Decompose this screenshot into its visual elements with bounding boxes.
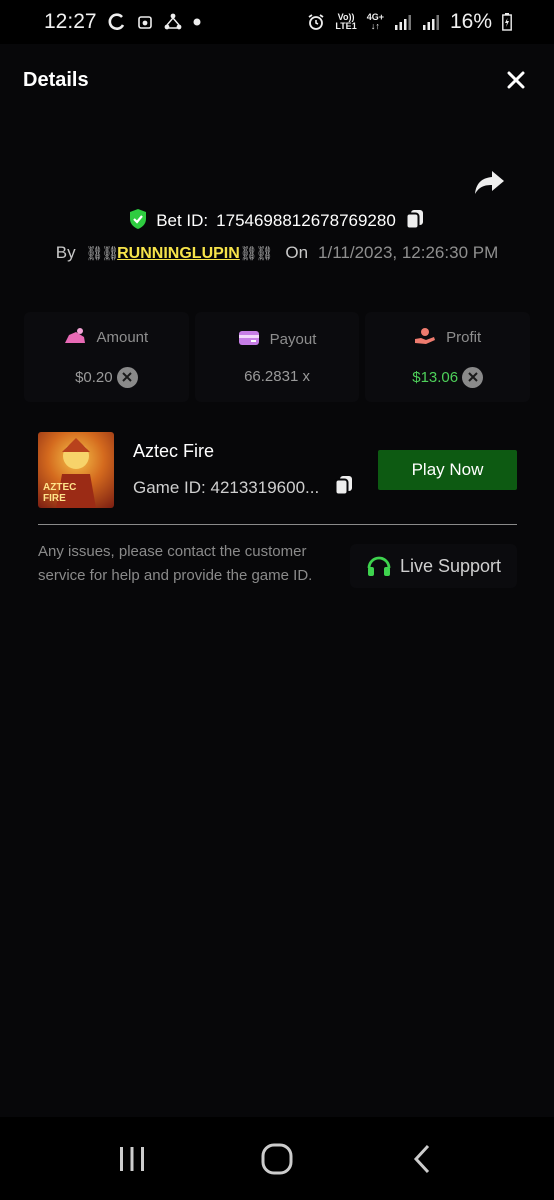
amount-icon (64, 327, 86, 349)
page-title: Details (23, 68, 89, 91)
currency-coin-icon (116, 366, 138, 388)
profit-hand-icon (414, 327, 436, 349)
stat-amount: Amount $0.20 (24, 312, 189, 402)
verified-shield-icon (128, 208, 148, 235)
divider (38, 524, 517, 525)
recent-apps-icon (120, 1146, 145, 1171)
card-icon (238, 330, 260, 350)
live-support-label: Live Support (399, 555, 502, 576)
bet-stats: Amount $0.20 Payout 66.2831 x Profit $13… (24, 312, 531, 402)
game-thumbnail[interactable]: AZTEC FIRE (38, 432, 114, 508)
by-label: By (55, 243, 76, 262)
back-button[interactable] (392, 1134, 452, 1184)
copy-icon (334, 476, 353, 496)
signal-icon-2 (422, 14, 440, 30)
profit-value: $13.06 (412, 368, 459, 386)
notification-dot-icon (193, 18, 201, 26)
stat-payout: Payout 66.2831 x (194, 312, 360, 402)
home-button[interactable] (247, 1134, 307, 1184)
share-arrow-icon (475, 171, 504, 194)
close-icon (507, 71, 525, 89)
status-bar: 12:27 Vo)) LTE1 4G+ ↓↑ 16% (0, 0, 554, 44)
bet-id-row: Bet ID: 1754698812678769280 (0, 206, 554, 236)
share-network-icon (163, 12, 183, 32)
game-name: Aztec Fire (133, 441, 215, 461)
recent-apps-button[interactable] (102, 1134, 162, 1184)
username-group[interactable]: ⛓⛓RUNNINGLUPIN⛓⛓ (85, 243, 274, 263)
network-type: 4G+ ↓↑ (366, 12, 384, 31)
payout-label: Payout (269, 331, 317, 348)
game-id-value: 4213319600... (210, 477, 320, 497)
amount-value: $0.20 (75, 368, 113, 386)
payout-value: 66.2831 x (244, 367, 310, 385)
copy-bet-id-button[interactable] (404, 208, 426, 235)
status-bar-left: 12:27 (44, 10, 201, 34)
details-header: Details (0, 44, 554, 116)
alarm-icon (307, 13, 325, 31)
thumb-title-line1: AZTEC (43, 482, 76, 493)
headset-icon (367, 556, 391, 576)
currency-coin-icon (462, 366, 484, 388)
bet-id-label: Bet ID: (156, 211, 209, 230)
copy-icon (405, 209, 423, 229)
amount-label: Amount (96, 329, 149, 346)
play-now-button[interactable]: Play Now (378, 450, 517, 490)
sync-icon (107, 12, 127, 32)
bet-id-value: 1754698812678769280 (216, 211, 396, 230)
thumb-title-line2: FIRE (43, 493, 66, 504)
live-support-button[interactable]: Live Support (350, 544, 517, 588)
support-message: Any issues, please contact the customer … (38, 543, 313, 584)
game-id-label: Game ID: (133, 477, 206, 497)
share-button[interactable] (472, 168, 506, 198)
copy-game-id-button[interactable] (333, 474, 355, 501)
back-chevron-icon (413, 1144, 429, 1173)
close-button[interactable] (502, 66, 530, 94)
battery-percent: 16% (449, 10, 492, 33)
volte-indicator: Vo)) LTE1 (335, 12, 357, 31)
bet-meta-row: By ⛓⛓RUNNINGLUPIN⛓⛓ On 1/11/2023, 12:26:… (0, 240, 554, 266)
system-nav-bar (0, 1117, 554, 1200)
battery-icon (502, 13, 512, 31)
clock: 12:27 (44, 10, 97, 33)
details-panel: Details Bet ID: 1754698812678769280 By ⛓… (0, 44, 554, 1117)
chain-right: ⛓⛓ (239, 245, 274, 261)
bet-date: 1/11/2023, 12:26:30 PM (318, 243, 499, 262)
status-bar-right: Vo)) LTE1 4G+ ↓↑ 16% (307, 10, 512, 34)
chain-left: ⛓⛓ (85, 245, 120, 261)
home-icon (261, 1143, 293, 1174)
on-label: On (285, 243, 309, 262)
camera-icon (137, 14, 153, 30)
profit-label: Profit (446, 329, 482, 346)
stat-profit: Profit $13.06 (365, 312, 531, 402)
game-id-row: Game ID: 4213319600... (133, 474, 355, 501)
signal-icon (394, 14, 412, 30)
username-link[interactable]: RUNNINGLUPIN (117, 245, 240, 262)
